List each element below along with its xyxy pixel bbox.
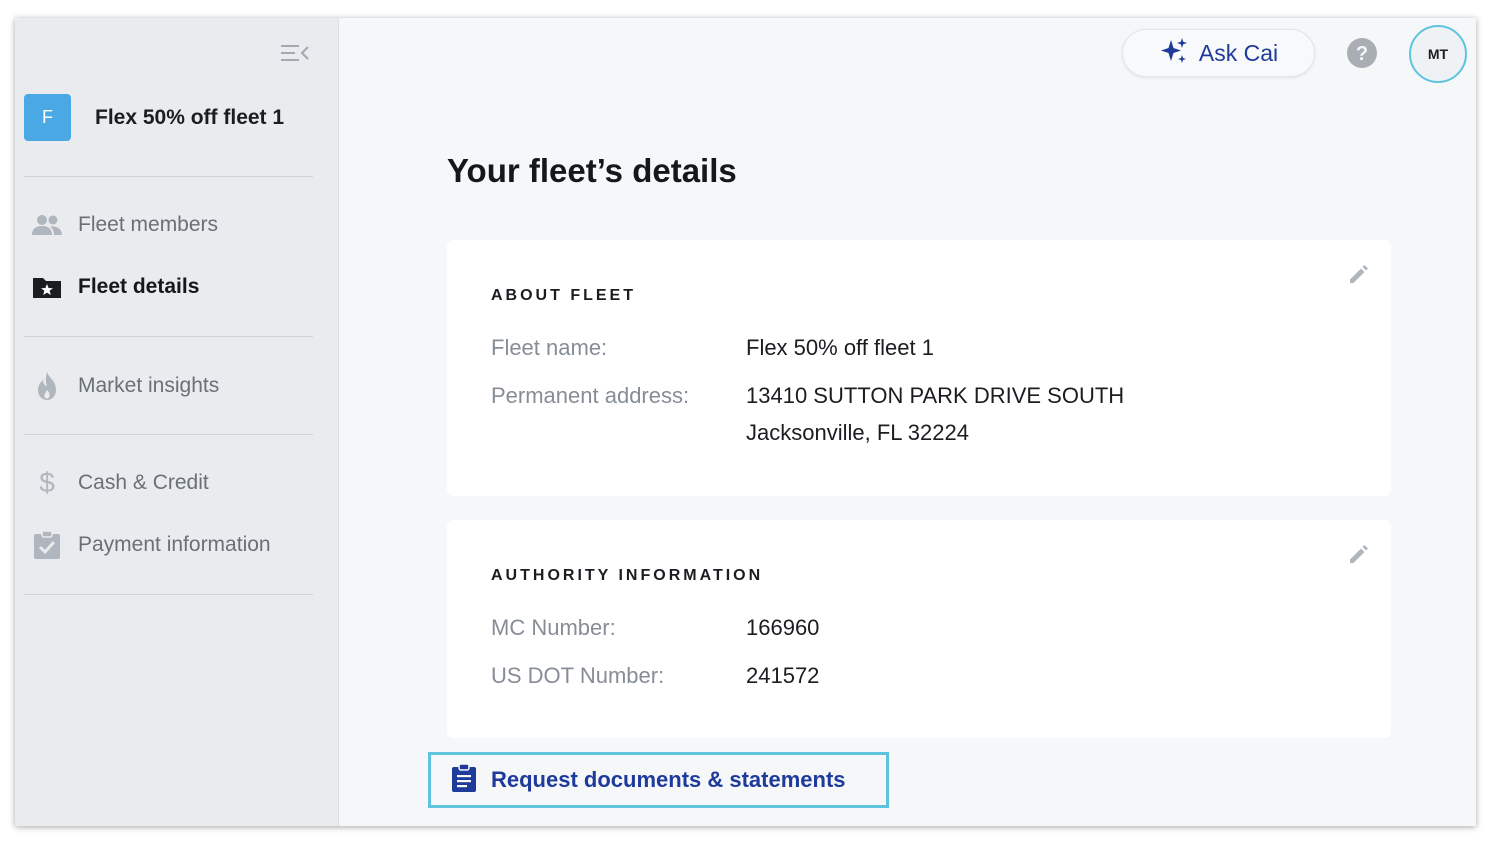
- nav-label: Fleet members: [78, 213, 219, 236]
- flame-icon: [31, 370, 63, 402]
- divider: [24, 594, 313, 595]
- ask-cai-label: Ask Cai: [1198, 39, 1279, 66]
- divider: [24, 176, 313, 177]
- request-documents-label: Request documents & statements: [491, 767, 846, 792]
- svg-text:?: ?: [1356, 43, 1368, 65]
- address-label: Permanent address:: [491, 383, 690, 408]
- mc-number-label: MC Number:: [491, 615, 616, 640]
- nav-cash-credit[interactable]: $ Cash & Credit: [31, 467, 209, 499]
- section-title: AUTHORITY INFORMATION: [491, 567, 764, 584]
- nav-label: Fleet details: [78, 275, 200, 298]
- nav-market-insights[interactable]: Market insights: [31, 370, 219, 402]
- divider: [24, 336, 313, 337]
- address-line1: 13410 SUTTON PARK DRIVE SOUTH: [746, 383, 1125, 408]
- fleet-name-label: Fleet name:: [491, 335, 608, 360]
- sparkle-icon: [1159, 37, 1189, 70]
- clipboard-icon: [451, 762, 477, 798]
- help-icon[interactable]: ?: [1346, 37, 1378, 69]
- edit-pencil-icon[interactable]: [1347, 262, 1371, 286]
- authority-card: AUTHORITY INFORMATION MC Number: 166960 …: [447, 520, 1391, 738]
- nav-label: Market insights: [78, 374, 220, 397]
- app-window: F Flex 50% off fleet 1 Fleet members Fle…: [15, 18, 1476, 826]
- divider: [24, 434, 313, 435]
- mc-number-value: 166960: [746, 615, 820, 640]
- fleet-header[interactable]: F Flex 50% off fleet 1: [24, 94, 284, 141]
- address-line2: Jacksonville, FL 32224: [746, 420, 969, 445]
- fleet-name: Flex 50% off fleet 1: [95, 105, 285, 129]
- dollar-icon: $: [39, 467, 55, 498]
- fleet-name-value: Flex 50% off fleet 1: [746, 335, 934, 360]
- nav-fleet-members[interactable]: Fleet members: [31, 209, 218, 241]
- people-icon: [31, 209, 63, 241]
- ask-cai-button[interactable]: Ask Cai: [1122, 29, 1315, 77]
- collapse-sidebar-icon[interactable]: [281, 42, 309, 64]
- nav-payment-information[interactable]: Payment information: [31, 529, 271, 561]
- user-avatar[interactable]: MT: [1409, 25, 1467, 83]
- nav-label: Payment information: [78, 533, 271, 556]
- request-documents-button[interactable]: Request documents & statements: [428, 752, 889, 808]
- dot-number-value: 241572: [746, 663, 820, 688]
- section-title: ABOUT FLEET: [491, 287, 636, 304]
- edit-pencil-icon[interactable]: [1347, 542, 1371, 566]
- dot-number-label: US DOT Number:: [491, 663, 665, 688]
- fleet-badge: F: [24, 94, 71, 141]
- clipboard-check-icon: [31, 529, 63, 561]
- page-title: Your fleet’s details: [447, 152, 737, 189]
- sidebar: F Flex 50% off fleet 1 Fleet members Fle…: [15, 18, 339, 826]
- nav-fleet-details[interactable]: Fleet details: [31, 271, 199, 303]
- folder-star-icon: [31, 271, 63, 303]
- nav-label: Cash & Credit: [78, 471, 209, 494]
- about-fleet-card: ABOUT FLEET Fleet name: Flex 50% off fle…: [447, 240, 1391, 496]
